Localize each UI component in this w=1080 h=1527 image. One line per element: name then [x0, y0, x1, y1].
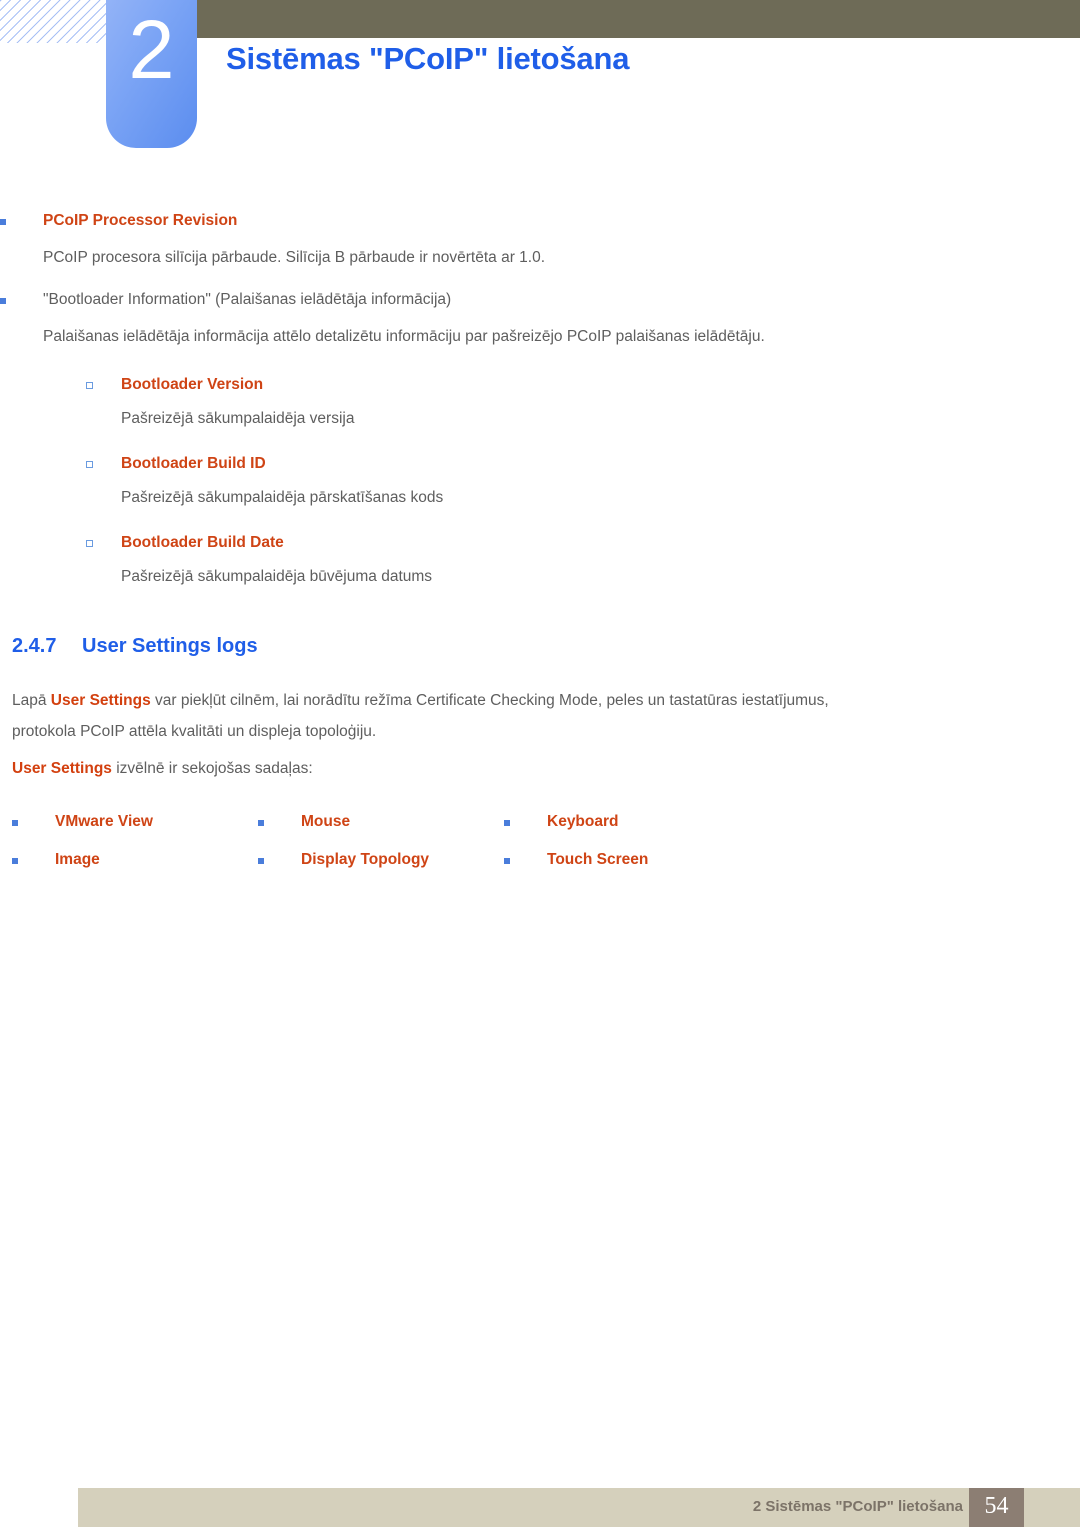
inline-emphasis-user-settings-2: User Settings	[12, 760, 112, 777]
bullet-body-bootloader-information: Palaišanas ielādētāja informācija attēlo…	[43, 328, 765, 345]
square-bullet-icon	[12, 858, 18, 864]
menu-item-mouse: Mouse	[258, 812, 504, 850]
bullet-list-level1: PCoIP Processor Revision PCoIP procesora…	[0, 210, 1080, 273]
list-item: PCoIP Processor Revision PCoIP procesora…	[0, 210, 1080, 273]
sub-desc-bootloader-build-date: Pašreizējā sākumpalaidēja būvējuma datum…	[121, 568, 433, 585]
page-number: 54	[984, 1493, 1009, 1519]
list-item: Bootloader Build ID	[86, 453, 1080, 475]
sub-heading-bootloader-build-id: Bootloader Build ID	[121, 455, 266, 472]
square-bullet-icon	[0, 298, 6, 304]
menu-item-label: Keyboard	[547, 813, 619, 830]
sub-desc-bootloader-version: Pašreizējā sākumpalaidēja versija	[121, 410, 355, 427]
bullet-heading-pcoip-processor-revision: PCoIP Processor Revision	[43, 212, 238, 229]
paragraph-user-settings-sections: User Settings izvēlnē ir sekojošas sadaļ…	[12, 753, 782, 784]
paragraph-pre-text: Lapā	[12, 692, 51, 709]
chapter-number: 2	[128, 3, 175, 96]
list-item: "Bootloader Information" (Palaišanas iel…	[0, 289, 1080, 352]
inline-emphasis-user-settings: User Settings	[50, 692, 151, 709]
sub-heading-bootloader-build-date: Bootloader Build Date	[121, 534, 284, 551]
page-content: PCoIP Processor Revision PCoIP procesora…	[0, 210, 1080, 888]
square-bullet-icon	[258, 858, 264, 864]
menu-item-display-topology: Display Topology	[258, 850, 504, 888]
menu-column-3: Keyboard Touch Screen	[504, 812, 750, 888]
menu-item-label: Mouse	[301, 813, 351, 830]
menu-column-2: Mouse Display Topology	[258, 812, 504, 888]
hollow-square-bullet-icon	[86, 382, 93, 389]
hollow-square-bullet-icon	[86, 461, 93, 468]
sub-item-group: Bootloader Version Pašreizējā sākumpalai…	[86, 374, 1080, 588]
square-bullet-icon	[258, 820, 264, 826]
page-footer: 2 Sistēmas "PCoIP" lietošana 54	[78, 1488, 1080, 1527]
square-bullet-icon	[504, 820, 510, 826]
menu-item-touch-screen: Touch Screen	[504, 850, 750, 888]
sub-desc-bootloader-build-id: Pašreizējā sākumpalaidēja pārskatīšanas …	[121, 489, 444, 506]
chapter-number-tab: 2	[106, 0, 197, 148]
hollow-square-bullet-icon	[86, 540, 93, 547]
bullet-heading-bootloader-information: "Bootloader Information" (Palaišanas iel…	[43, 291, 452, 308]
decorative-hatch-pattern	[0, 0, 107, 43]
page-number-box: 54	[969, 1488, 1024, 1527]
menu-item-label: Image	[55, 851, 100, 868]
menu-sections-grid: VMware View Image Mouse Display Topology…	[12, 812, 752, 888]
menu-item-keyboard: Keyboard	[504, 812, 750, 850]
footer-chapter-text: 2 Sistēmas "PCoIP" lietošana	[752, 1498, 963, 1515]
chapter-title: Sistēmas "PCoIP" lietošana	[226, 41, 630, 76]
menu-column-1: VMware View Image	[12, 812, 258, 888]
list-item: Bootloader Version	[86, 374, 1080, 396]
paragraph-user-settings-intro: Lapā User Settings var piekļūt cilnēm, l…	[12, 685, 832, 747]
menu-item-label: Display Topology	[301, 851, 430, 868]
square-bullet-icon	[0, 219, 6, 225]
menu-item-label: Touch Screen	[547, 851, 649, 868]
menu-item-image: Image	[12, 850, 258, 888]
page-header: 2 Sistēmas "PCoIP" lietošana	[0, 0, 1080, 160]
bullet-body-pcoip-processor-revision: PCoIP procesora silīcija pārbaude. Silīc…	[43, 249, 546, 266]
list-item: Bootloader Build Date	[86, 532, 1080, 554]
section-heading: 2.4.7 User Settings logs	[12, 635, 1080, 658]
paragraph-2-post-text: izvēlnē ir sekojošas sadaļas:	[111, 760, 313, 777]
section-title: User Settings logs	[82, 635, 258, 657]
menu-item-label: VMware View	[55, 813, 153, 830]
menu-item-vmware-view: VMware View	[12, 812, 258, 850]
section-number: 2.4.7	[12, 635, 57, 657]
bullet-list-level1-second: "Bootloader Information" (Palaišanas iel…	[0, 289, 1080, 352]
header-olive-bar	[196, 0, 1080, 38]
square-bullet-icon	[504, 858, 510, 864]
square-bullet-icon	[12, 820, 18, 826]
sub-heading-bootloader-version: Bootloader Version	[121, 376, 264, 393]
